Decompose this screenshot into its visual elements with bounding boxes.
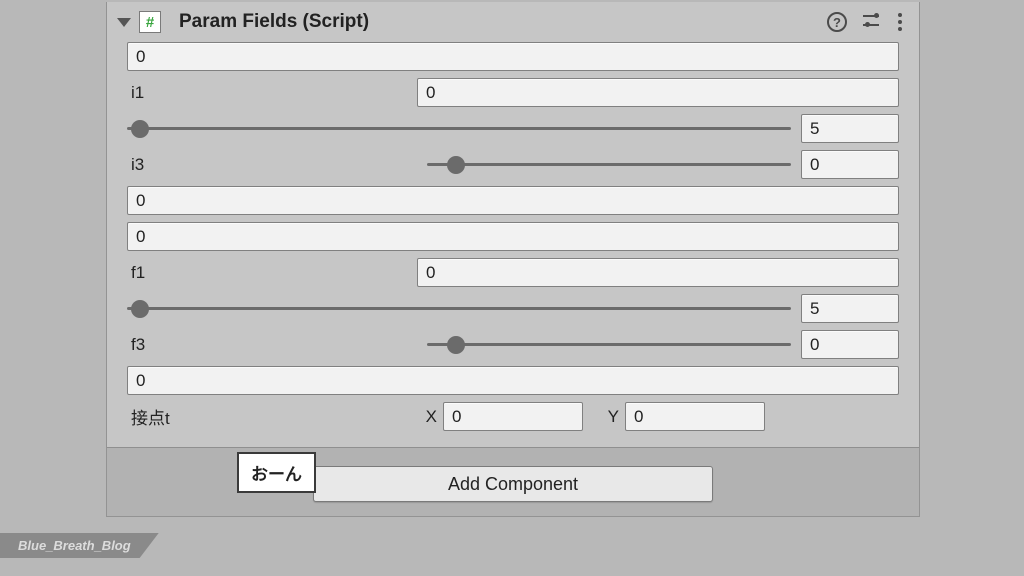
field-row: 0 bbox=[127, 222, 899, 251]
slider-thumb-icon bbox=[447, 156, 465, 174]
field-row: i1 0 bbox=[127, 78, 899, 107]
field-row: 0 bbox=[127, 366, 899, 395]
field-row: 0 bbox=[127, 42, 899, 71]
field-row: 0 bbox=[127, 186, 899, 215]
slider-thumb-icon bbox=[131, 300, 149, 318]
field-label: i1 bbox=[127, 83, 417, 103]
numeric-input[interactable]: 5 bbox=[801, 114, 899, 143]
slider[interactable] bbox=[427, 333, 791, 357]
component-title: Param Fields (Script) bbox=[179, 11, 827, 33]
component-fields: 0 i1 0 5 i3 0 0 bbox=[107, 40, 919, 441]
numeric-input[interactable]: 0 bbox=[801, 330, 899, 359]
slider[interactable] bbox=[127, 297, 791, 321]
slider[interactable] bbox=[127, 117, 791, 141]
slider-row: i3 0 bbox=[127, 150, 899, 179]
numeric-input[interactable]: 0 bbox=[127, 42, 899, 71]
slider[interactable] bbox=[427, 153, 791, 177]
add-component-button[interactable]: Add Component bbox=[313, 466, 713, 502]
numeric-input[interactable]: 0 bbox=[127, 366, 899, 395]
numeric-input[interactable]: 5 bbox=[801, 294, 899, 323]
numeric-input[interactable]: 0 bbox=[417, 258, 899, 287]
field-row: f1 0 bbox=[127, 258, 899, 287]
numeric-input[interactable]: 0 bbox=[801, 150, 899, 179]
numeric-input[interactable]: 0 bbox=[127, 222, 899, 251]
numeric-input[interactable]: 0 bbox=[443, 402, 583, 431]
numeric-input[interactable]: 0 bbox=[127, 186, 899, 215]
field-label: i3 bbox=[127, 155, 417, 175]
slider-row: f3 0 bbox=[127, 330, 899, 359]
kebab-menu-icon[interactable] bbox=[895, 12, 905, 32]
help-icon[interactable]: ? bbox=[827, 12, 847, 32]
watermark: Blue_Breath_Blog bbox=[0, 533, 159, 558]
component-footer: おーん Add Component bbox=[107, 447, 919, 516]
script-icon: # bbox=[139, 11, 161, 33]
numeric-input[interactable]: 0 bbox=[417, 78, 899, 107]
axis-label: X bbox=[417, 407, 437, 427]
field-label: f3 bbox=[127, 335, 417, 355]
ime-candidate-popup[interactable]: おーん bbox=[237, 452, 316, 493]
field-label: 接点t bbox=[127, 404, 417, 429]
slider-thumb-icon bbox=[131, 120, 149, 138]
axis-label: Y bbox=[599, 407, 619, 427]
slider-row: 5 bbox=[127, 294, 899, 323]
component-header[interactable]: # Param Fields (Script) ? bbox=[107, 2, 919, 40]
numeric-input[interactable]: 0 bbox=[625, 402, 765, 431]
slider-row: 5 bbox=[127, 114, 899, 143]
inspector-component-panel: # Param Fields (Script) ? 0 i1 0 5 i3 bbox=[106, 2, 920, 517]
vector2-row: 接点t X 0 Y 0 bbox=[127, 402, 899, 431]
slider-thumb-icon bbox=[447, 336, 465, 354]
field-label: f1 bbox=[127, 263, 417, 283]
foldout-arrow-icon[interactable] bbox=[117, 18, 131, 27]
preset-icon[interactable] bbox=[861, 12, 881, 32]
